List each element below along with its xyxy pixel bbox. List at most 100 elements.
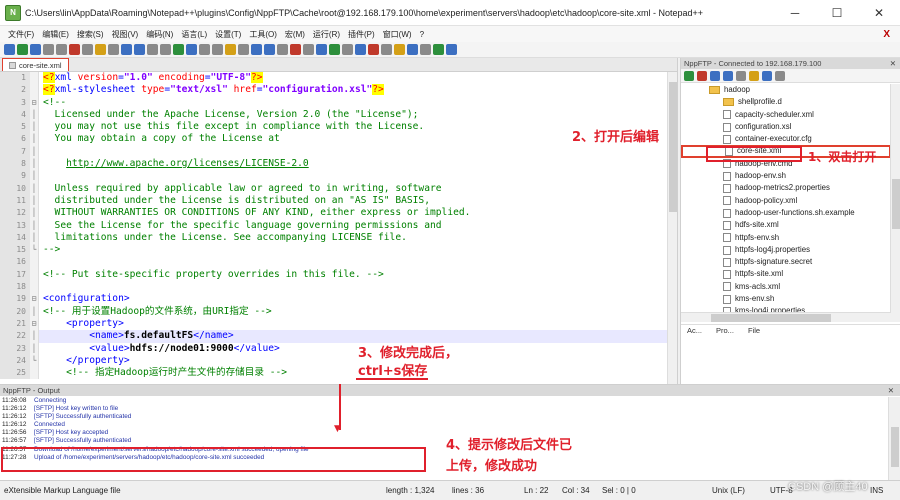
scrollbar-thumb[interactable] [669,82,677,212]
toolbar-icon[interactable] [4,44,15,55]
close-button[interactable]: ✕ [858,0,900,26]
menu-item[interactable]: 编辑(E) [38,29,73,40]
menu-item[interactable]: 宏(M) [281,29,309,40]
toolbar-icon[interactable] [342,44,353,55]
fold-marker[interactable]: │ [30,108,39,122]
toolbar-icon[interactable] [394,44,405,55]
toolbar-icon[interactable] [355,44,366,55]
ftp-tool-icon[interactable] [749,70,759,81]
toolbar-icon[interactable] [17,44,28,55]
fold-marker[interactable]: │ [30,121,39,134]
toolbar-icon[interactable] [277,44,288,55]
menu-item[interactable]: 窗口(W) [379,29,416,40]
tree-item[interactable]: kms-env.sh [681,293,891,305]
remote-file-tree[interactable]: hadoop shellprofile.d capacity-scheduler.x… [681,84,891,322]
fold-marker[interactable]: │ [30,182,39,195]
toolbar-icon[interactable] [381,44,392,55]
toolbar-icon[interactable] [186,44,197,55]
panel-close-icon[interactable]: ✕ [888,386,894,395]
toolbar-icon[interactable] [69,44,80,55]
menu-item[interactable]: 视图(V) [108,29,143,40]
tree-item[interactable]: container-executor.cfg [681,133,891,145]
ftp-tool-icon[interactable] [775,70,785,81]
tree-item[interactable]: hadoop-user-functions.sh.example [681,207,891,219]
fold-marker[interactable]: │ [30,145,39,159]
fold-marker[interactable] [30,72,39,85]
fold-marker[interactable] [30,367,39,380]
tree-item[interactable]: capacity-scheduler.xml [681,109,891,121]
toolbar-icon[interactable] [251,44,262,55]
tree-item[interactable]: hadoop-policy.xml [681,195,891,207]
tree-item[interactable]: hadoop [681,84,891,96]
toolbar-icon[interactable] [108,44,119,55]
queue-column-header[interactable]: Pro... [716,326,734,335]
fold-marker[interactable]: │ [30,305,39,318]
fold-marker[interactable] [30,268,39,282]
menu-item[interactable]: 运行(R) [309,29,344,40]
tree-item[interactable]: hdfs-site.xml [681,219,891,231]
toolbar-icon[interactable] [264,44,275,55]
toolbar-icon[interactable] [368,44,379,55]
ftp-tool-icon[interactable] [723,70,733,81]
fold-marker[interactable]: └ [30,244,39,257]
tree-item[interactable]: httpfs-env.sh [681,232,891,244]
toolbar-icon[interactable] [134,44,145,55]
fold-marker[interactable]: │ [30,170,39,183]
panel-close-icon[interactable]: ✕ [890,59,896,68]
minimize-button[interactable]: ─ [774,0,816,26]
fold-marker[interactable]: └ [30,354,39,368]
toolbar-icon[interactable] [147,44,158,55]
toolbar-icon[interactable] [173,44,184,55]
maximize-button[interactable]: ☐ [816,0,858,26]
queue-column-header[interactable]: File [748,326,760,335]
fold-marker[interactable]: │ [30,342,39,355]
tree-item[interactable]: shellprofile.d [681,96,891,108]
fold-marker[interactable]: ⊟ [30,317,39,331]
toolbar-icon[interactable] [56,44,67,55]
toolbar-icon[interactable] [446,44,457,55]
scrollbar-thumb[interactable] [711,314,831,322]
toolbar-icon[interactable] [160,44,171,55]
toolbar-icon[interactable] [329,44,340,55]
output-scrollbar[interactable] [888,397,900,481]
menu-item[interactable]: 文件(F) [4,29,38,40]
ftp-tool-icon[interactable] [736,70,746,81]
editor-scrollbar[interactable] [667,72,677,384]
toolbar-icon[interactable] [82,44,93,55]
tree-hscrollbar[interactable] [681,312,891,322]
ftp-tool-icon[interactable] [684,70,694,81]
tree-item[interactable]: httpfs-signature.secret [681,256,891,268]
toolbar-icon[interactable] [238,44,249,55]
menu-item[interactable]: 设置(T) [211,29,245,40]
fold-marker[interactable]: │ [30,219,39,232]
menu-item[interactable]: 搜索(S) [73,29,108,40]
toolbar-icon[interactable] [420,44,431,55]
fold-marker[interactable]: ⊟ [30,96,39,109]
tree-item[interactable]: httpfs-log4j.properties [681,244,891,256]
toolbar-icon[interactable] [199,44,210,55]
fold-marker[interactable]: │ [30,158,39,171]
fold-marker[interactable] [30,256,39,269]
fold-marker[interactable] [30,84,39,97]
fold-marker[interactable]: │ [30,231,39,245]
ftp-tool-icon[interactable] [762,70,772,81]
toolbar-icon[interactable] [433,44,444,55]
tree-item[interactable]: hadoop-env.sh [681,170,891,182]
toolbar-icon[interactable] [316,44,327,55]
code-area[interactable]: 1 <?xml version="1.0" encoding="UTF-8"?> 2… [0,72,668,384]
fold-marker[interactable]: │ [30,133,39,146]
fold-marker[interactable]: ⊟ [30,293,39,306]
tree-item[interactable]: kms-acls.xml [681,281,891,293]
menu-item[interactable]: 插件(P) [344,29,379,40]
ftp-tool-icon[interactable] [710,70,720,81]
toolbar-icon[interactable] [225,44,236,55]
menu-item[interactable]: 工具(O) [245,29,281,40]
close-document-icon[interactable]: X [883,29,890,40]
fold-marker[interactable] [30,281,39,294]
ftp-tool-icon[interactable] [697,70,707,81]
tab-core-site-xml[interactable]: core-site.xml [2,58,69,71]
menu-item[interactable]: 编码(N) [142,29,177,40]
fold-marker[interactable]: │ [30,207,39,220]
toolbar-icon[interactable] [212,44,223,55]
toolbar-icon[interactable] [121,44,132,55]
